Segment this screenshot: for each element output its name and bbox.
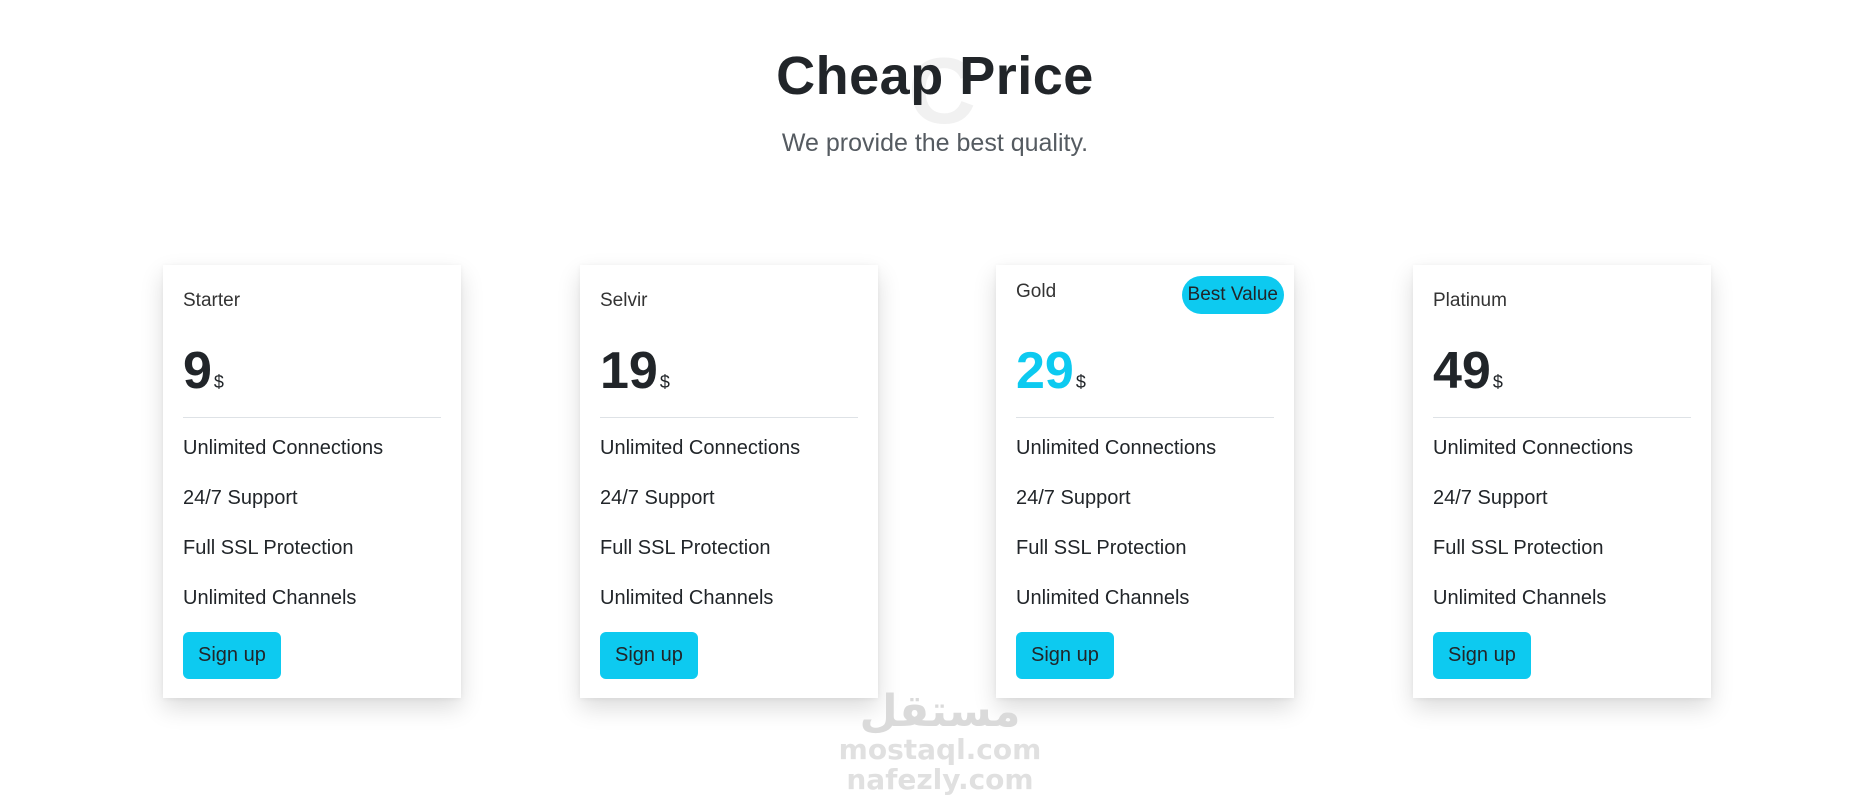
feature-item: 24/7 Support <box>600 487 715 509</box>
feature-item: Unlimited Connections <box>1016 437 1217 459</box>
feature-item: Full SSL Protection <box>183 537 354 559</box>
watermark-logo: مستقل <box>859 686 1021 737</box>
plan-name: Selvir <box>600 290 648 311</box>
page-subtitle: We provide the best quality. <box>781 128 1089 157</box>
feature-list: Unlimited Connections 24/7 Support Full … <box>1016 433 1216 633</box>
feature-item: 24/7 Support <box>183 487 298 509</box>
feature-item: Full SSL Protection <box>1016 537 1187 559</box>
watermark: مستقل mostaql.com nafezly.com <box>830 690 1050 794</box>
price-row: 29 $ <box>1016 345 1274 418</box>
feature-item: 24/7 Support <box>1016 487 1131 509</box>
plan-price: 9 <box>183 342 212 400</box>
pricing-page: C Cheap Price We provide the best qualit… <box>0 0 1870 811</box>
plan-name: Gold <box>1016 281 1057 302</box>
feature-item: Unlimited Channels <box>600 587 774 609</box>
price-currency: $ <box>1492 372 1503 392</box>
price-row: 9 $ <box>183 345 441 418</box>
plan-price: 29 <box>1016 342 1074 400</box>
feature-item: Full SSL Protection <box>1433 537 1604 559</box>
feature-item: Unlimited Connections <box>183 437 384 459</box>
price-currency: $ <box>659 372 670 392</box>
feature-item: Full SSL Protection <box>600 537 771 559</box>
price-row: 19 $ <box>600 345 858 418</box>
feature-item: 24/7 Support <box>1433 487 1548 509</box>
price-currency: $ <box>1075 372 1086 392</box>
price-currency: $ <box>213 372 224 392</box>
feature-item: Unlimited Channels <box>1016 587 1190 609</box>
plan-price: 19 <box>600 342 658 400</box>
plan-price: 49 <box>1433 342 1491 400</box>
signup-button-starter[interactable]: Sign up <box>183 632 281 679</box>
pricing-card-platinum: Platinum 49 $ Unlimited Connections 24/7 … <box>1413 265 1711 698</box>
signup-button-selvir[interactable]: Sign up <box>600 632 698 679</box>
signup-button-platinum[interactable]: Sign up <box>1433 632 1531 679</box>
pricing-card-gold: Gold Best Value 29 $ Unlimited Connection… <box>996 265 1294 698</box>
feature-list: Unlimited Connections 24/7 Support Full … <box>183 433 383 633</box>
pricing-card-selvir: Selvir 19 $ Unlimited Connections 24/7 Su… <box>580 265 878 698</box>
feature-list: Unlimited Connections 24/7 Support Full … <box>1433 433 1633 633</box>
plan-name: Starter <box>183 290 241 311</box>
signup-button-gold[interactable]: Sign up <box>1016 632 1114 679</box>
price-row: 49 $ <box>1433 345 1691 418</box>
watermark-site: nafezly.com <box>846 763 1034 796</box>
watermark-site: mostaql.com <box>838 733 1042 766</box>
feature-item: Unlimited Connections <box>1433 437 1634 459</box>
pricing-header: Cheap Price We provide the best quality. <box>0 44 1870 158</box>
feature-list: Unlimited Connections 24/7 Support Full … <box>600 433 800 633</box>
best-value-badge: Best Value <box>1181 276 1284 314</box>
pricing-card-starter: Starter 9 $ Unlimited Connections 24/7 Su… <box>163 265 461 698</box>
feature-item: Unlimited Channels <box>183 587 357 609</box>
feature-item: Unlimited Connections <box>600 437 801 459</box>
feature-item: Unlimited Channels <box>1433 587 1607 609</box>
page-title: Cheap Price <box>776 46 1094 106</box>
plan-name: Platinum <box>1433 290 1507 311</box>
